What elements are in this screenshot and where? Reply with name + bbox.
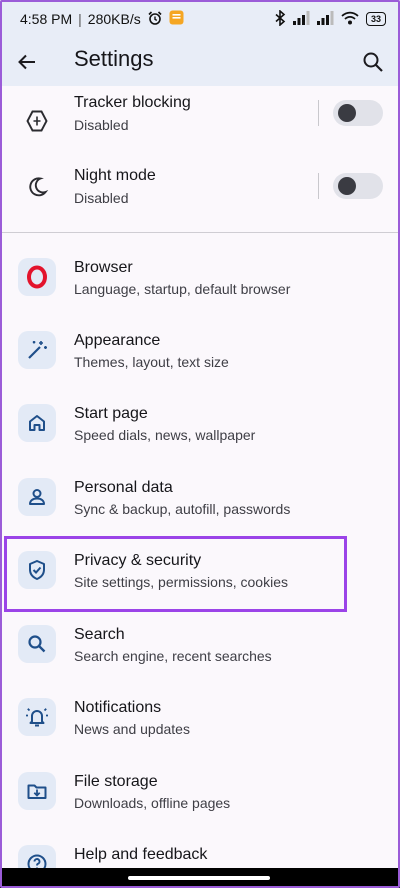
row-subtitle: Themes, layout, text size	[74, 354, 229, 370]
highlight-box	[4, 536, 347, 612]
row-subtitle: Disabled	[74, 117, 129, 133]
row-title: Notifications	[74, 699, 162, 716]
night-mode-toggle[interactable]	[333, 173, 383, 199]
menu-item-help-feedback[interactable]: Help and feedback	[0, 837, 400, 869]
opera-logo-icon	[18, 258, 56, 296]
signal-icon-1	[292, 10, 310, 28]
moon-icon	[18, 168, 56, 206]
section-divider	[0, 232, 400, 233]
menu-item-personal-data[interactable]: Personal data Sync & backup, autofill, p…	[0, 470, 400, 542]
back-arrow-icon[interactable]	[12, 47, 42, 77]
search-icon	[18, 625, 56, 663]
notes-app-icon	[169, 10, 184, 28]
row-subtitle: News and updates	[74, 721, 190, 737]
row-subtitle: Speed dials, news, wallpaper	[74, 427, 256, 443]
status-net-speed: 280KB/s	[87, 11, 141, 27]
toggle-divider	[318, 100, 319, 126]
status-bar: 4:58 PM | 280KB/s 33	[0, 0, 400, 38]
row-title: Personal data	[74, 479, 173, 496]
row-title: Search	[74, 626, 125, 643]
signal-icon-2	[316, 10, 334, 28]
tracker-blocking-row[interactable]: Tracker blocking Disabled	[0, 88, 400, 160]
status-time: 4:58 PM	[20, 11, 73, 27]
row-subtitle: Language, startup, default browser	[74, 281, 291, 297]
alarm-clock-icon	[147, 10, 163, 29]
download-folder-icon	[18, 772, 56, 810]
bluetooth-icon	[274, 8, 286, 29]
magic-wand-icon	[18, 331, 56, 369]
alarm-bell-icon	[18, 698, 56, 736]
row-title: Night mode	[74, 167, 156, 184]
tracker-blocking-toggle[interactable]	[333, 100, 383, 126]
menu-item-appearance[interactable]: Appearance Themes, layout, text size	[0, 323, 400, 395]
row-title: Browser	[74, 259, 133, 276]
row-subtitle: Sync & backup, autofill, passwords	[74, 501, 291, 517]
app-bar: Settings	[0, 38, 400, 86]
menu-item-browser[interactable]: Browser Language, startup, default brows…	[0, 250, 400, 322]
row-title: Appearance	[74, 332, 161, 349]
search-icon[interactable]	[358, 47, 388, 77]
row-title: Start page	[74, 405, 148, 422]
toggle-knob	[338, 177, 356, 195]
row-title: Tracker blocking	[74, 94, 191, 111]
row-title: File storage	[74, 773, 158, 790]
row-subtitle: Downloads, offline pages	[74, 795, 231, 811]
home-icon	[18, 404, 56, 442]
person-icon	[18, 478, 56, 516]
row-subtitle: Disabled	[74, 190, 129, 206]
night-mode-row[interactable]: Night mode Disabled	[0, 160, 400, 232]
toggle-divider	[318, 173, 319, 199]
row-subtitle: Search engine, recent searches	[74, 648, 272, 664]
menu-item-start-page[interactable]: Start page Speed dials, news, wallpaper	[0, 396, 400, 468]
row-title: Help and feedback	[74, 846, 208, 863]
battery-icon: 33	[365, 12, 386, 26]
menu-item-file-storage[interactable]: File storage Downloads, offline pages	[0, 764, 400, 836]
page-title: Settings	[74, 46, 154, 71]
system-nav-bar	[0, 868, 400, 888]
menu-item-search[interactable]: Search Search engine, recent searches	[0, 617, 400, 689]
home-gesture-handle[interactable]	[128, 876, 270, 880]
tracker-shield-icon	[18, 102, 56, 140]
wifi-icon	[341, 11, 359, 28]
help-icon	[18, 845, 56, 869]
menu-item-notifications[interactable]: Notifications News and updates	[0, 690, 400, 762]
toggle-knob	[338, 104, 356, 122]
